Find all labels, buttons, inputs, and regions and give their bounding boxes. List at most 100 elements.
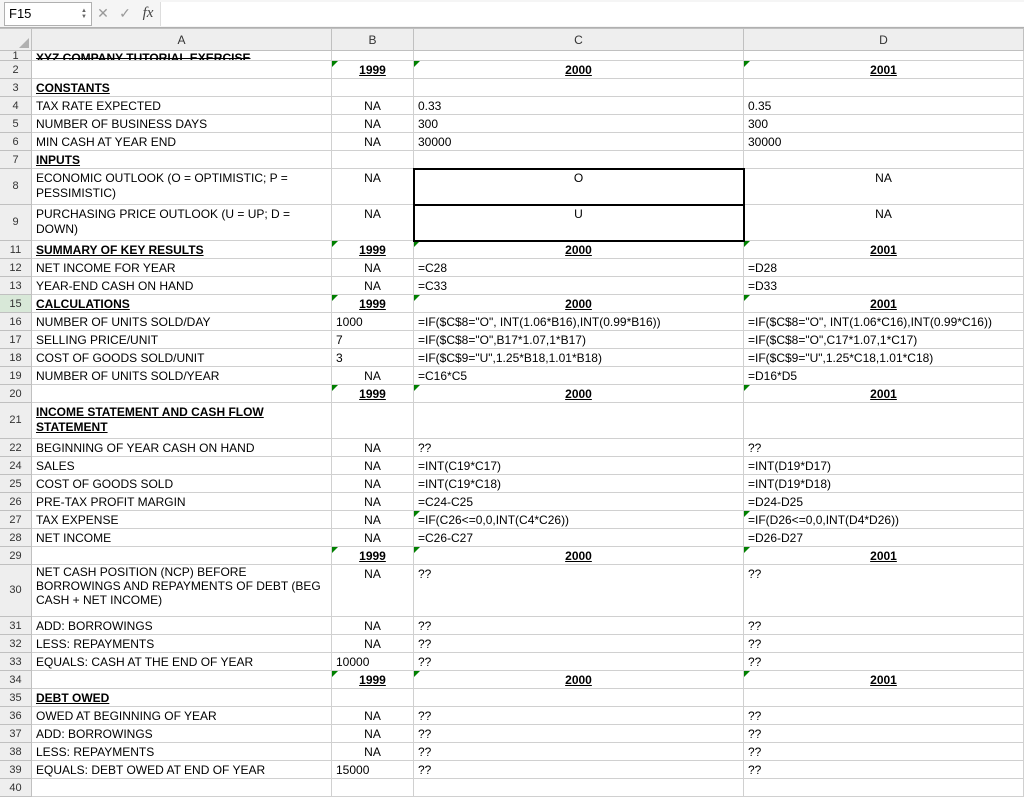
cell-C31[interactable]: ?? — [414, 617, 744, 635]
cell-D6[interactable]: 30000 — [744, 133, 1024, 151]
row-header[interactable]: 31 — [0, 617, 32, 635]
formula-input[interactable] — [160, 2, 1024, 26]
cell-D34[interactable]: 2001 — [744, 671, 1024, 689]
row-header[interactable]: 2 — [0, 61, 32, 79]
cell-A7[interactable]: INPUTS — [32, 151, 332, 169]
cell-B27[interactable]: NA — [332, 511, 414, 529]
cell-D32[interactable]: ?? — [744, 635, 1024, 653]
cell-C7[interactable] — [414, 151, 744, 169]
cell-A22[interactable]: BEGINNING OF YEAR CASH ON HAND — [32, 439, 332, 457]
cell-B5[interactable]: NA — [332, 115, 414, 133]
cell-B36[interactable]: NA — [332, 707, 414, 725]
cell-C28[interactable]: =C26-C27 — [414, 529, 744, 547]
cell-D35[interactable] — [744, 689, 1024, 707]
cell-D27[interactable]: =IF(D26<=0,0,INT(D4*D26)) — [744, 511, 1024, 529]
row-header[interactable]: 15 — [0, 295, 32, 313]
cell-B29[interactable]: 1999 — [332, 547, 414, 565]
cell-D18[interactable]: =IF($C$9="U",1.25*C18,1.01*C18) — [744, 349, 1024, 367]
cell-D11[interactable]: 2001 — [744, 241, 1024, 259]
cell-B11[interactable]: 1999 — [332, 241, 414, 259]
cell-B21[interactable] — [332, 403, 414, 439]
cell-B37[interactable]: NA — [332, 725, 414, 743]
cell-A8[interactable]: ECONOMIC OUTLOOK (O = OPTIMISTIC; P = PE… — [32, 169, 332, 205]
cell-D38[interactable]: ?? — [744, 743, 1024, 761]
cell-C22[interactable]: ?? — [414, 439, 744, 457]
cell-A31[interactable]: ADD: BORROWINGS — [32, 617, 332, 635]
cell-B7[interactable] — [332, 151, 414, 169]
col-header-C[interactable]: C — [414, 29, 744, 51]
cell-D7[interactable] — [744, 151, 1024, 169]
cell-C16[interactable]: =IF($C$8="O", INT(1.06*B16),INT(0.99*B16… — [414, 313, 744, 331]
name-box[interactable]: F15 ▲▼ — [4, 2, 92, 26]
cell-C33[interactable]: ?? — [414, 653, 744, 671]
cell-A5[interactable]: NUMBER OF BUSINESS DAYS — [32, 115, 332, 133]
cell-C17[interactable]: =IF($C$8="O",B17*1.07,1*B17) — [414, 331, 744, 349]
cell-C37[interactable]: ?? — [414, 725, 744, 743]
cell-A15[interactable]: CALCULATIONS — [32, 295, 332, 313]
cell-C30[interactable]: ?? — [414, 565, 744, 617]
cell-A27[interactable]: TAX EXPENSE — [32, 511, 332, 529]
cell-B20[interactable]: 1999 — [332, 385, 414, 403]
cell-C6[interactable]: 30000 — [414, 133, 744, 151]
cell-A39[interactable]: EQUALS: DEBT OWED AT END OF YEAR — [32, 761, 332, 779]
cell-B25[interactable]: NA — [332, 475, 414, 493]
row-header[interactable]: 32 — [0, 635, 32, 653]
cell-D22[interactable]: ?? — [744, 439, 1024, 457]
cell-D17[interactable]: =IF($C$8="O",C17*1.07,1*C17) — [744, 331, 1024, 349]
cell-C20[interactable]: 2000 — [414, 385, 744, 403]
cell-C5[interactable]: 300 — [414, 115, 744, 133]
cell-D5[interactable]: 300 — [744, 115, 1024, 133]
row-header[interactable]: 18 — [0, 349, 32, 367]
name-box-spinner[interactable]: ▲▼ — [81, 8, 87, 20]
cell-B19[interactable]: NA — [332, 367, 414, 385]
cell-D24[interactable]: =INT(D19*D17) — [744, 457, 1024, 475]
cell-C19[interactable]: =C16*C5 — [414, 367, 744, 385]
cell-A21[interactable]: INCOME STATEMENT AND CASH FLOW STATEMENT — [32, 403, 332, 439]
cell-B3[interactable] — [332, 79, 414, 97]
col-header-B[interactable]: B — [332, 29, 414, 51]
row-header[interactable]: 33 — [0, 653, 32, 671]
cell-A28[interactable]: NET INCOME — [32, 529, 332, 547]
cell-B1[interactable] — [332, 51, 414, 61]
cell-A3[interactable]: CONSTANTS — [32, 79, 332, 97]
row-header[interactable]: 3 — [0, 79, 32, 97]
cell-A29[interactable] — [32, 547, 332, 565]
cell-D13[interactable]: =D33 — [744, 277, 1024, 295]
cell-D26[interactable]: =D24-D25 — [744, 493, 1024, 511]
cell-D40[interactable] — [744, 779, 1024, 797]
cell-B35[interactable] — [332, 689, 414, 707]
cell-D9[interactable]: NA — [744, 205, 1024, 241]
cell-B18[interactable]: 3 — [332, 349, 414, 367]
row-header[interactable]: 21 — [0, 403, 32, 439]
col-header-D[interactable]: D — [744, 29, 1024, 51]
row-header[interactable]: 1 — [0, 51, 32, 61]
row-header[interactable]: 8 — [0, 169, 32, 205]
row-header[interactable]: 26 — [0, 493, 32, 511]
cell-A24[interactable]: SALES — [32, 457, 332, 475]
cell-C27[interactable]: =IF(C26<=0,0,INT(C4*C26)) — [414, 511, 744, 529]
cell-A26[interactable]: PRE-TAX PROFIT MARGIN — [32, 493, 332, 511]
row-header[interactable]: 16 — [0, 313, 32, 331]
cell-D20[interactable]: 2001 — [744, 385, 1024, 403]
cell-A18[interactable]: COST OF GOODS SOLD/UNIT — [32, 349, 332, 367]
cell-C40[interactable] — [414, 779, 744, 797]
cell-B16[interactable]: 1000 — [332, 313, 414, 331]
cell-C25[interactable]: =INT(C19*C18) — [414, 475, 744, 493]
cell-C24[interactable]: =INT(C19*C17) — [414, 457, 744, 475]
cell-D28[interactable]: =D26-D27 — [744, 529, 1024, 547]
cell-B28[interactable]: NA — [332, 529, 414, 547]
row-header[interactable]: 22 — [0, 439, 32, 457]
fx-icon[interactable]: fx — [136, 5, 160, 22]
cell-C3[interactable] — [414, 79, 744, 97]
cell-D12[interactable]: =D28 — [744, 259, 1024, 277]
row-header[interactable]: 36 — [0, 707, 32, 725]
cancel-icon[interactable]: ✕ — [92, 5, 114, 22]
row-header[interactable]: 28 — [0, 529, 32, 547]
cell-C29[interactable]: 2000 — [414, 547, 744, 565]
cell-C18[interactable]: =IF($C$9="U",1.25*B18,1.01*B18) — [414, 349, 744, 367]
cell-D39[interactable]: ?? — [744, 761, 1024, 779]
cell-D15[interactable]: 2001 — [744, 295, 1024, 313]
cell-C8[interactable]: O — [414, 169, 744, 205]
cell-B38[interactable]: NA — [332, 743, 414, 761]
cell-D4[interactable]: 0.35 — [744, 97, 1024, 115]
